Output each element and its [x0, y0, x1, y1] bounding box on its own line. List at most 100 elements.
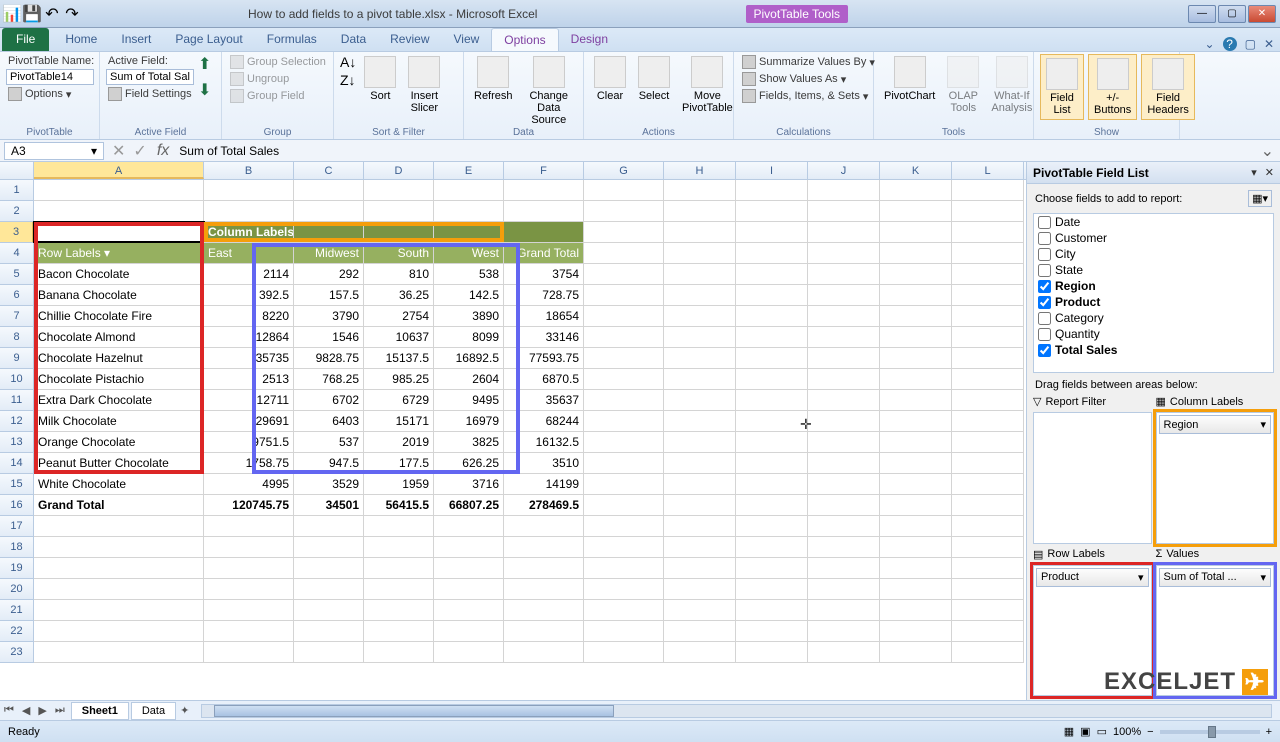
- field-list-close-icon[interactable]: ✕: [1265, 166, 1274, 179]
- cell-D15[interactable]: 1959: [364, 474, 434, 495]
- cell-J23[interactable]: [808, 642, 880, 663]
- cell-B6[interactable]: 392.5: [204, 285, 294, 306]
- cell-K18[interactable]: [880, 537, 952, 558]
- cell-B22[interactable]: [204, 621, 294, 642]
- cell-H23[interactable]: [664, 642, 736, 663]
- cell-J19[interactable]: [808, 558, 880, 579]
- save-icon[interactable]: 💾: [24, 6, 40, 22]
- tab-insert[interactable]: Insert: [109, 28, 163, 51]
- tab-review[interactable]: Review: [378, 28, 441, 51]
- field-headers-toggle[interactable]: Field Headers: [1141, 54, 1195, 120]
- cell-I11[interactable]: [736, 390, 808, 411]
- plusminus-buttons-toggle[interactable]: +/- Buttons: [1088, 54, 1137, 120]
- cell-A17[interactable]: [34, 516, 204, 537]
- cell-C8[interactable]: 1546: [294, 327, 364, 348]
- cell-A1[interactable]: [34, 180, 204, 201]
- olap-tools-button[interactable]: OLAP Tools: [943, 54, 983, 116]
- cell-L20[interactable]: [952, 579, 1024, 600]
- tab-data[interactable]: Data: [329, 28, 378, 51]
- name-box[interactable]: A3▾: [4, 142, 104, 160]
- close-button[interactable]: ✕: [1248, 5, 1276, 23]
- cell-H7[interactable]: [664, 306, 736, 327]
- undo-icon[interactable]: ↶: [44, 6, 60, 22]
- cell-C7[interactable]: 3790: [294, 306, 364, 327]
- summarize-values-button[interactable]: Summarize Values By ▾: [740, 54, 877, 70]
- cell-G14[interactable]: [584, 453, 664, 474]
- cell-C18[interactable]: [294, 537, 364, 558]
- cell-C2[interactable]: [294, 201, 364, 222]
- pivotchart-button[interactable]: PivotChart: [880, 54, 939, 104]
- cell-G15[interactable]: [584, 474, 664, 495]
- cell-L9[interactable]: [952, 348, 1024, 369]
- column-header-B[interactable]: B: [204, 162, 294, 179]
- field-list-toggle[interactable]: Field List: [1040, 54, 1084, 120]
- cell-D6[interactable]: 36.25: [364, 285, 434, 306]
- cell-F5[interactable]: 3754: [504, 264, 584, 285]
- tab-home[interactable]: Home: [53, 28, 109, 51]
- cell-H17[interactable]: [664, 516, 736, 537]
- cell-C16[interactable]: 34501: [294, 495, 364, 516]
- cell-D10[interactable]: 985.25: [364, 369, 434, 390]
- column-header-G[interactable]: G: [584, 162, 664, 179]
- cell-D11[interactable]: 6729: [364, 390, 434, 411]
- whatif-button[interactable]: What-If Analysis: [987, 54, 1036, 116]
- cell-G22[interactable]: [584, 621, 664, 642]
- window-restore-icon[interactable]: ▢: [1245, 37, 1256, 51]
- cell-I7[interactable]: [736, 306, 808, 327]
- row-header-6[interactable]: 6: [0, 285, 34, 306]
- field-city[interactable]: City: [1034, 246, 1273, 262]
- cell-H15[interactable]: [664, 474, 736, 495]
- cell-B19[interactable]: [204, 558, 294, 579]
- namebox-dropdown-icon[interactable]: ▾: [91, 144, 97, 158]
- cell-J7[interactable]: [808, 306, 880, 327]
- cell-E20[interactable]: [434, 579, 504, 600]
- cell-K12[interactable]: [880, 411, 952, 432]
- cell-K11[interactable]: [880, 390, 952, 411]
- tab-view[interactable]: View: [442, 28, 492, 51]
- column-header-A[interactable]: A: [34, 162, 204, 179]
- zoom-out-button[interactable]: −: [1147, 726, 1153, 738]
- cell-D5[interactable]: 810: [364, 264, 434, 285]
- cell-F12[interactable]: 68244: [504, 411, 584, 432]
- cell-K19[interactable]: [880, 558, 952, 579]
- cell-H21[interactable]: [664, 600, 736, 621]
- cell-I9[interactable]: [736, 348, 808, 369]
- column-header-J[interactable]: J: [808, 162, 880, 179]
- cell-J3[interactable]: [808, 222, 880, 243]
- cell-H6[interactable]: [664, 285, 736, 306]
- cell-F2[interactable]: [504, 201, 584, 222]
- cell-E8[interactable]: 8099: [434, 327, 504, 348]
- cell-K2[interactable]: [880, 201, 952, 222]
- cell-F4[interactable]: Grand Total: [504, 243, 584, 264]
- minimize-button[interactable]: —: [1188, 5, 1216, 23]
- select-all-corner[interactable]: [0, 162, 34, 179]
- cell-H9[interactable]: [664, 348, 736, 369]
- cell-G5[interactable]: [584, 264, 664, 285]
- minimize-ribbon-icon[interactable]: ⌄: [1205, 37, 1215, 51]
- cell-F17[interactable]: [504, 516, 584, 537]
- row-header-19[interactable]: 19: [0, 558, 34, 579]
- zoom-in-button[interactable]: +: [1266, 726, 1272, 738]
- cell-H4[interactable]: [664, 243, 736, 264]
- cell-J11[interactable]: [808, 390, 880, 411]
- product-chip[interactable]: Product▾: [1036, 568, 1149, 587]
- cell-G19[interactable]: [584, 558, 664, 579]
- field-checkbox-state[interactable]: [1038, 264, 1051, 277]
- cell-D16[interactable]: 56415.5: [364, 495, 434, 516]
- cell-G10[interactable]: [584, 369, 664, 390]
- cell-L22[interactable]: [952, 621, 1024, 642]
- cell-C20[interactable]: [294, 579, 364, 600]
- cell-I13[interactable]: [736, 432, 808, 453]
- cell-A6[interactable]: Banana Chocolate: [34, 285, 204, 306]
- cancel-formula-icon[interactable]: ✕: [108, 141, 129, 161]
- cell-A4[interactable]: Row Labels ▾: [34, 243, 204, 264]
- move-pivottable-button[interactable]: Move PivotTable: [678, 54, 737, 116]
- column-header-I[interactable]: I: [736, 162, 808, 179]
- cell-K8[interactable]: [880, 327, 952, 348]
- zoom-level[interactable]: 100%: [1113, 726, 1141, 738]
- row-header-9[interactable]: 9: [0, 348, 34, 369]
- scroll-thumb[interactable]: [214, 705, 614, 717]
- inner-close-icon[interactable]: ✕: [1264, 37, 1274, 51]
- cell-H16[interactable]: [664, 495, 736, 516]
- cell-I12[interactable]: [736, 411, 808, 432]
